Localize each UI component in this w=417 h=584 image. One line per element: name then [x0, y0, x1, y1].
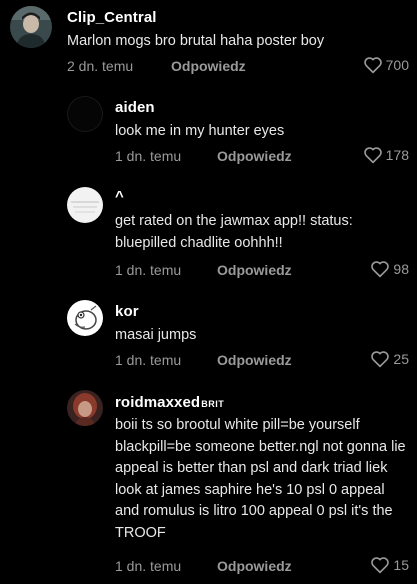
comment-username[interactable]: aiden: [115, 99, 155, 116]
comment-text: masai jumps: [115, 327, 197, 343]
comment-time: 1 dn. temu: [115, 558, 182, 574]
reply-button[interactable]: Odpowiedz: [217, 558, 292, 574]
comment-username[interactable]: Clip_Central: [67, 9, 157, 26]
like-count: 178: [385, 147, 409, 163]
comment-username[interactable]: ^: [115, 188, 124, 205]
cartoon-creature-icon: [67, 300, 103, 336]
red-hair-person-icon: [67, 390, 103, 426]
comment-time: 1 dn. temu: [115, 262, 182, 278]
like-button[interactable]: 15: [370, 556, 409, 574]
like-button[interactable]: 98: [370, 260, 409, 278]
heart-icon: [371, 557, 390, 574]
comment-text: look me in my hunter eyes: [115, 123, 285, 139]
like-count: 15: [393, 557, 409, 573]
avatar[interactable]: [67, 390, 103, 426]
like-count: 98: [393, 261, 409, 277]
reply-button[interactable]: Odpowiedz: [171, 58, 246, 74]
reply-button[interactable]: Odpowiedz: [217, 148, 292, 164]
comment-text: get rated on the jawmax app!! status: bl…: [115, 213, 353, 251]
comment-text: boii ts so brootul white pill=be yoursel…: [115, 417, 406, 541]
like-button[interactable]: 178: [363, 146, 409, 164]
heart-icon: [363, 57, 382, 74]
avatar[interactable]: [67, 300, 103, 336]
username-text: roidmaxxed: [115, 394, 201, 411]
reply-button[interactable]: Odpowiedz: [217, 352, 292, 368]
heart-icon: [371, 351, 390, 368]
comment-time: 1 dn. temu: [115, 352, 182, 368]
white-blurred-icon: [67, 187, 103, 223]
heart-icon: [371, 261, 390, 278]
comment-username[interactable]: roidmaxxedBRIT: [115, 394, 224, 411]
reply-button[interactable]: Odpowiedz: [217, 262, 292, 278]
like-count: 25: [393, 351, 409, 367]
like-count: 700: [385, 57, 409, 73]
avatar[interactable]: [10, 6, 52, 48]
heart-icon: [363, 147, 382, 164]
username-tag: BRIT: [201, 399, 225, 409]
black-circle-icon: [67, 96, 103, 132]
avatar[interactable]: [67, 187, 103, 223]
comment-text: Marlon mogs bro brutal haha poster boy: [67, 33, 325, 49]
person-photo-icon: [10, 6, 52, 48]
like-button[interactable]: 25: [370, 350, 409, 368]
avatar[interactable]: [67, 96, 103, 132]
like-button[interactable]: 700: [363, 56, 409, 74]
comment-username[interactable]: kor: [115, 303, 139, 320]
comment-time: 1 dn. temu: [115, 148, 182, 164]
comment-time: 2 dn. temu: [67, 58, 134, 74]
